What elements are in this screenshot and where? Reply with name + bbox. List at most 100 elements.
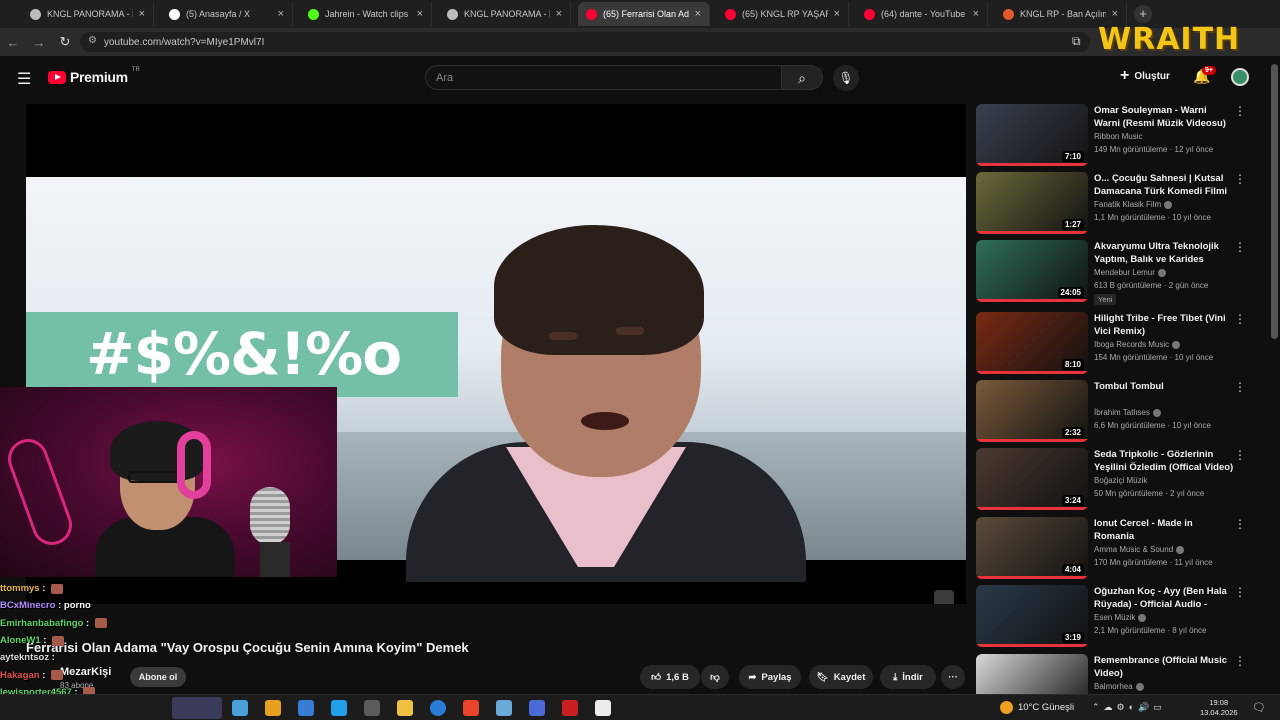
more-options-icon[interactable]: ⋮ [1234,104,1246,118]
close-icon[interactable]: × [417,8,423,20]
browser-tab[interactable]: (64) dante - YouTube × [856,2,988,26]
menu-icon[interactable]: ☰ [17,69,31,89]
more-options-icon[interactable]: ⋮ [1234,448,1246,462]
recommended-video[interactable]: 8:10 Hilight Tribe - Free Tibet (Vini Vic… [976,312,1266,376]
chrome-icon[interactable] [430,700,446,716]
browser-tab[interactable]: (65) Ferrarisi Olan Adama × [578,2,710,26]
browser-tab[interactable]: (5) Anasayfa / X × [161,2,293,26]
discord-icon[interactable] [496,700,512,716]
recommended-video[interactable]: Remembrance (Official Music Video) Balmor… [976,654,1266,694]
browser-tab[interactable]: (65) KNGL RP YAŞAR KAÇ × [717,2,849,26]
recommended-video[interactable]: 2:32 Tombul Tombul İbrahim Tatlıses 6,6 Mn … [976,380,1266,444]
video-thumbnail[interactable]: 2:32 [976,380,1088,442]
weather-widget[interactable]: 10°C Güneşli [1000,701,1074,714]
recommended-video[interactable]: 3:19 Oğuzhan Koç - Ayy (Ben Hala Rüyada) … [976,585,1266,649]
voice-search-button[interactable]: 🎙 [833,65,859,91]
scrollbar[interactable] [1271,64,1278,339]
url-field[interactable]: ⚙ youtube.com/watch?v=MIye1PMvl7I [80,32,1090,52]
dislike-button[interactable]: 👎︎ [701,665,729,689]
file-explorer-icon[interactable] [364,700,380,716]
cast-icon[interactable]: ⧉ [1072,34,1081,49]
recommended-video[interactable]: 3:24 Seda Tripkolic - Gözlerinin Yeşilini… [976,448,1266,512]
recommended-title[interactable]: Tombul Tombul [1094,380,1234,393]
more-options-icon[interactable]: ⋮ [1234,240,1246,254]
close-icon[interactable]: × [834,8,840,20]
recommended-title[interactable]: Omar Souleyman - Warni Warni (Resmi Müzi… [1094,104,1234,130]
recommended-channel[interactable]: Iboga Records Music [1094,340,1181,349]
video-thumbnail[interactable] [976,654,1088,694]
clock[interactable]: 19:08 13.04.2026 [1200,698,1238,718]
obs-icon[interactable] [529,700,545,716]
close-icon[interactable]: × [139,8,145,20]
avatar[interactable] [1231,68,1249,86]
close-icon[interactable]: × [1112,8,1118,20]
like-button[interactable]: 👍︎ 1,6 B [640,665,700,689]
close-icon[interactable]: × [695,8,701,20]
more-options-icon[interactable]: ⋮ [1234,172,1246,186]
search-button[interactable]: ⌕ [781,65,823,90]
youtube-logo[interactable]: Premium TR [48,67,140,85]
recommended-title[interactable]: Akvaryumu Ultra Teknolojik Yaptım, Balık… [1094,240,1234,267]
site-info-icon[interactable]: ⚙ [88,35,97,46]
settings-icon[interactable] [595,700,611,716]
close-icon[interactable]: × [973,8,979,20]
search-input[interactable]: Ara [425,65,782,90]
recommended-video[interactable]: 1:27 O... Çocuğu Sahnesi | Kutsal Damacan… [976,172,1266,236]
browser-tab[interactable]: Jahrein - Watch clips on K × [300,2,432,26]
more-actions-button[interactable]: ··· [941,665,965,689]
forward-icon[interactable]: → [26,35,52,50]
recommended-title[interactable]: Oğuzhan Koç - Ayy (Ben Hala Rüyada) - Of… [1094,585,1234,612]
more-options-icon[interactable]: ⋮ [1234,585,1246,599]
notes-icon[interactable] [463,700,479,716]
close-icon[interactable]: × [278,8,284,20]
recommended-channel[interactable]: Mendebur Lemur [1094,268,1166,277]
more-options-icon[interactable]: ⋮ [1234,517,1246,531]
video-thumbnail[interactable]: 24:05 [976,240,1088,302]
edge-icon[interactable] [298,700,314,716]
reload-icon[interactable]: ↻ [52,34,78,50]
create-button[interactable]: + Oluştur [1120,68,1170,84]
channel-watermark-icon[interactable] [934,590,954,604]
notifications-button[interactable]: 🔔 9+ [1193,66,1216,85]
recommended-channel[interactable]: Esen Müzik [1094,613,1147,622]
new-tab-button[interactable]: + [1134,5,1152,23]
store-icon[interactable] [331,700,347,716]
share-button[interactable]: ➦ Paylaş [739,665,801,689]
recommended-title[interactable]: O... Çocuğu Sahnesi | Kutsal Damacana Tü… [1094,172,1234,198]
recommended-video[interactable]: 4:04 Ionut Cercel - Made in Romania Amma M… [976,517,1266,581]
recommended-video[interactable]: 7:10 Omar Souleyman - Warni Warni (Resmi … [976,104,1266,168]
notification-center-icon[interactable]: 🗨︎ [1252,701,1266,714]
more-options-icon[interactable]: ⋮ [1234,654,1246,668]
task-view-icon[interactable] [232,700,248,716]
video-thumbnail[interactable]: 4:04 [976,517,1088,579]
download-button[interactable]: ⤓ İndir [880,665,936,689]
recommended-channel[interactable]: İbrahim Tatlıses [1094,408,1161,417]
recommended-title[interactable]: Seda Tripkolic - Gözlerinin Yeşilini Özl… [1094,448,1234,474]
browser-tab[interactable]: KNGL PANORAMA - Kom × [439,2,571,26]
recommended-video[interactable]: 24:05 Akvaryumu Ultra Teknolojik Yaptım, … [976,240,1266,305]
back-icon[interactable]: ← [0,35,26,50]
video-thumbnail[interactable]: 3:19 [976,585,1088,647]
recommended-channel[interactable]: Amma Music & Sound [1094,545,1185,554]
recommended-title[interactable]: Ionut Cercel - Made in Romania [1094,517,1234,543]
taskbar-widget-thumbnail[interactable] [172,697,222,719]
video-thumbnail[interactable]: 3:24 [976,448,1088,510]
browser-tab[interactable]: KNGL PANORAMA - İhba × [22,2,154,26]
mail-icon[interactable] [397,700,413,716]
recommended-channel[interactable]: Boğaziçi Müzik [1094,476,1147,485]
recommended-title[interactable]: Hilight Tribe - Free Tibet (Vini Vici Re… [1094,312,1234,338]
copilot-icon[interactable] [265,700,281,716]
app-icon[interactable] [562,700,578,716]
close-icon[interactable]: × [556,8,562,20]
system-tray-icons[interactable]: ⌃☁⚙◐🔊▭ [1092,702,1166,713]
video-thumbnail[interactable]: 7:10 [976,104,1088,166]
recommended-channel[interactable]: Balmorhea [1094,682,1144,691]
more-options-icon[interactable]: ⋮ [1234,380,1246,394]
more-options-icon[interactable]: ⋮ [1234,312,1246,326]
save-button[interactable]: 🔖︎ Kaydet [809,665,873,689]
recommended-channel[interactable]: Fanatik Klasik Film [1094,200,1173,209]
recommended-title[interactable]: Remembrance (Official Music Video) [1094,654,1234,680]
video-thumbnail[interactable]: 1:27 [976,172,1088,234]
recommended-channel[interactable]: Ribbon Music [1094,132,1142,141]
video-thumbnail[interactable]: 8:10 [976,312,1088,374]
